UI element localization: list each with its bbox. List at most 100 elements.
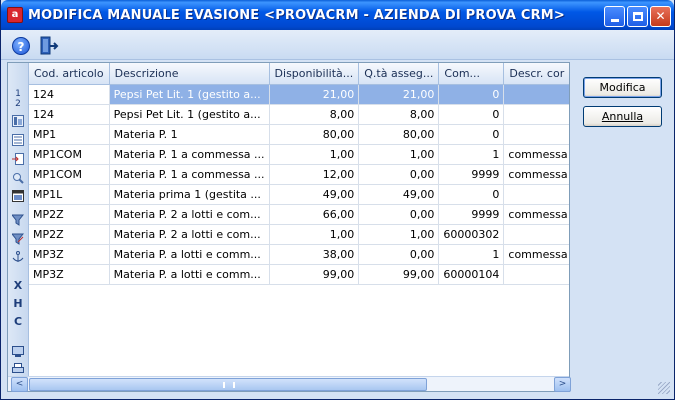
table-cell[interactable]	[503, 264, 569, 285]
table-cell[interactable]: 38,00	[269, 244, 360, 265]
table-row[interactable]: MP3Z Materia P. a lotti e comm... 38,00 0,0…	[29, 244, 569, 265]
table-cell[interactable]: MP2Z	[29, 204, 110, 225]
scroll-thumb[interactable]	[29, 378, 427, 391]
table-row[interactable]: MP3Z Materia P. a lotti e comm... 99,00 99,…	[29, 264, 569, 285]
table-row[interactable]: 124 Pepsi Pet Lit. 1 (gestito a... 8,00 8,0…	[29, 104, 569, 125]
table-cell[interactable]: MP1L	[29, 184, 110, 205]
table-cell[interactable]: 0,00	[358, 164, 440, 185]
column-header[interactable]: Disponibilità...	[269, 63, 360, 85]
list-icon[interactable]	[12, 134, 24, 146]
column-header[interactable]: Q.tà asseg...	[358, 63, 440, 85]
table-cell[interactable]: 60000104	[438, 264, 505, 285]
c-marker[interactable]: C	[8, 315, 28, 329]
table-cell[interactable]: Materia P. 1 a commessa ...	[109, 164, 270, 185]
table-cell[interactable]: 21,00	[358, 84, 440, 105]
table-cell[interactable]: 0,00	[358, 204, 440, 225]
title-bar[interactable]: a MODIFICA MANUALE EVASIONE <PROVACRM - …	[1, 0, 674, 30]
column-header[interactable]: Descr. cor	[503, 63, 569, 85]
table-cell[interactable]: commessa	[503, 204, 569, 225]
table-cell[interactable]: 80,00	[269, 124, 360, 145]
table-cell[interactable]: 9999	[438, 204, 505, 225]
table-cell[interactable]: Materia P. 1 a commessa ...	[109, 144, 270, 165]
table-row[interactable]: MP2Z Materia P. 2 a lotti e com... 66,00 0,…	[29, 204, 569, 225]
table-cell[interactable]: 9999	[438, 164, 505, 185]
resize-grip-icon[interactable]	[658, 382, 670, 394]
scroll-right-button[interactable]: >	[554, 377, 571, 392]
filter-icon[interactable]	[12, 214, 24, 226]
exit-door-icon[interactable]	[39, 36, 59, 56]
column-header[interactable]: Cod. articolo	[29, 63, 110, 85]
column-header[interactable]: Descrizione	[109, 63, 270, 85]
table-cell[interactable]: 1,00	[269, 224, 360, 245]
table-cell[interactable]: Materia P. a lotti e comm...	[109, 244, 270, 265]
table-cell[interactable]: Materia P. 2 a lotti e com...	[109, 204, 270, 225]
table-cell[interactable]: MP1COM	[29, 144, 110, 165]
close-button[interactable]: ✕	[650, 6, 671, 27]
table-cell[interactable]: 124	[29, 84, 110, 105]
table-cell[interactable]: 0	[438, 104, 505, 125]
maximize-button[interactable]	[627, 6, 648, 27]
table-cell[interactable]: 60000302	[438, 224, 505, 245]
table-row[interactable]: MP1L Materia prima 1 (gestita ... 49,00 49,…	[29, 184, 569, 205]
scroll-left-button[interactable]: <	[11, 377, 28, 392]
table-cell[interactable]: MP1COM	[29, 164, 110, 185]
x-marker[interactable]: X	[8, 279, 28, 293]
table-cell[interactable]: commessa	[503, 144, 569, 165]
monitor-icon[interactable]	[12, 346, 24, 358]
anchor-icon[interactable]	[12, 251, 24, 263]
table-cell[interactable]: MP3Z	[29, 244, 110, 265]
table-cell[interactable]: 49,00	[269, 184, 360, 205]
table-cell[interactable]: 21,00	[269, 84, 360, 105]
table-cell[interactable]: 0	[438, 124, 505, 145]
table-cell[interactable]: 0	[438, 184, 505, 205]
table-cell[interactable]: 99,00	[269, 264, 360, 285]
table-cell[interactable]: 1	[438, 244, 505, 265]
horizontal-scrollbar[interactable]: < >	[8, 376, 571, 392]
h-marker[interactable]: H	[8, 297, 28, 311]
table-cell[interactable]: 8,00	[269, 104, 360, 125]
table-cell[interactable]: 99,00	[358, 264, 440, 285]
table-cell[interactable]	[503, 184, 569, 205]
table-row[interactable]: MP1COM Materia P. 1 a commessa ... 12,00 0,…	[29, 164, 569, 185]
annulla-button[interactable]: Annulla	[583, 106, 662, 127]
table-cell[interactable]: 124	[29, 104, 110, 125]
table-cell[interactable]: 1,00	[358, 224, 440, 245]
table-cell[interactable]: 1,00	[358, 144, 440, 165]
table-cell[interactable]: 1,00	[269, 144, 360, 165]
table-cell[interactable]: Materia P. 1	[109, 124, 270, 145]
table-cell[interactable]: 0	[438, 84, 505, 105]
table-cell[interactable]: commessa	[503, 244, 569, 265]
window-icon[interactable]	[12, 190, 24, 202]
table-cell[interactable]: 1	[438, 144, 505, 165]
app-icon[interactable]: a	[7, 7, 23, 23]
search-icon[interactable]	[12, 172, 24, 184]
table-cell[interactable]: 80,00	[358, 124, 440, 145]
export-icon[interactable]	[12, 153, 24, 165]
table-cell[interactable]: commessa	[503, 164, 569, 185]
table-cell[interactable]: Materia P. a lotti e comm...	[109, 264, 270, 285]
table-cell[interactable]: MP3Z	[29, 264, 110, 285]
modifica-button[interactable]: Modifica	[583, 77, 662, 98]
table-viewport[interactable]: Cod. articolo Descrizione Disponibilità.…	[29, 63, 569, 376]
minimize-button[interactable]	[604, 6, 625, 27]
table-cell[interactable]: Pepsi Pet Lit. 1 (gestito a...	[109, 104, 270, 125]
table-cell[interactable]: 8,00	[358, 104, 440, 125]
table-cell[interactable]	[503, 84, 569, 105]
table-cell[interactable]: 12,00	[269, 164, 360, 185]
table-cell[interactable]: 66,00	[269, 204, 360, 225]
question-icon[interactable]: ?	[12, 37, 30, 55]
table-cell[interactable]: Materia prima 1 (gestita ...	[109, 184, 270, 205]
table-cell[interactable]: MP1	[29, 124, 110, 145]
filter-clear-icon[interactable]	[12, 233, 24, 245]
columns-icon[interactable]	[12, 115, 24, 127]
table-row[interactable]: 124 Pepsi Pet Lit. 1 (gestito a... 21,00 21…	[29, 84, 569, 105]
table-cell[interactable]	[503, 124, 569, 145]
table-row[interactable]: MP1COM Materia P. 1 a commessa ... 1,00 1,0…	[29, 144, 569, 165]
column-header[interactable]: Com...	[438, 63, 505, 85]
table-cell[interactable]: Materia P. 2 a lotti e com...	[109, 224, 270, 245]
table-row[interactable]: MP2Z Materia P. 2 a lotti e com... 1,00 1,0…	[29, 224, 569, 245]
table-cell[interactable]: MP2Z	[29, 224, 110, 245]
table-cell[interactable]: Pepsi Pet Lit. 1 (gestito a...	[109, 84, 270, 105]
table-cell[interactable]: 0,00	[358, 244, 440, 265]
printer-icon[interactable]	[12, 363, 24, 374]
